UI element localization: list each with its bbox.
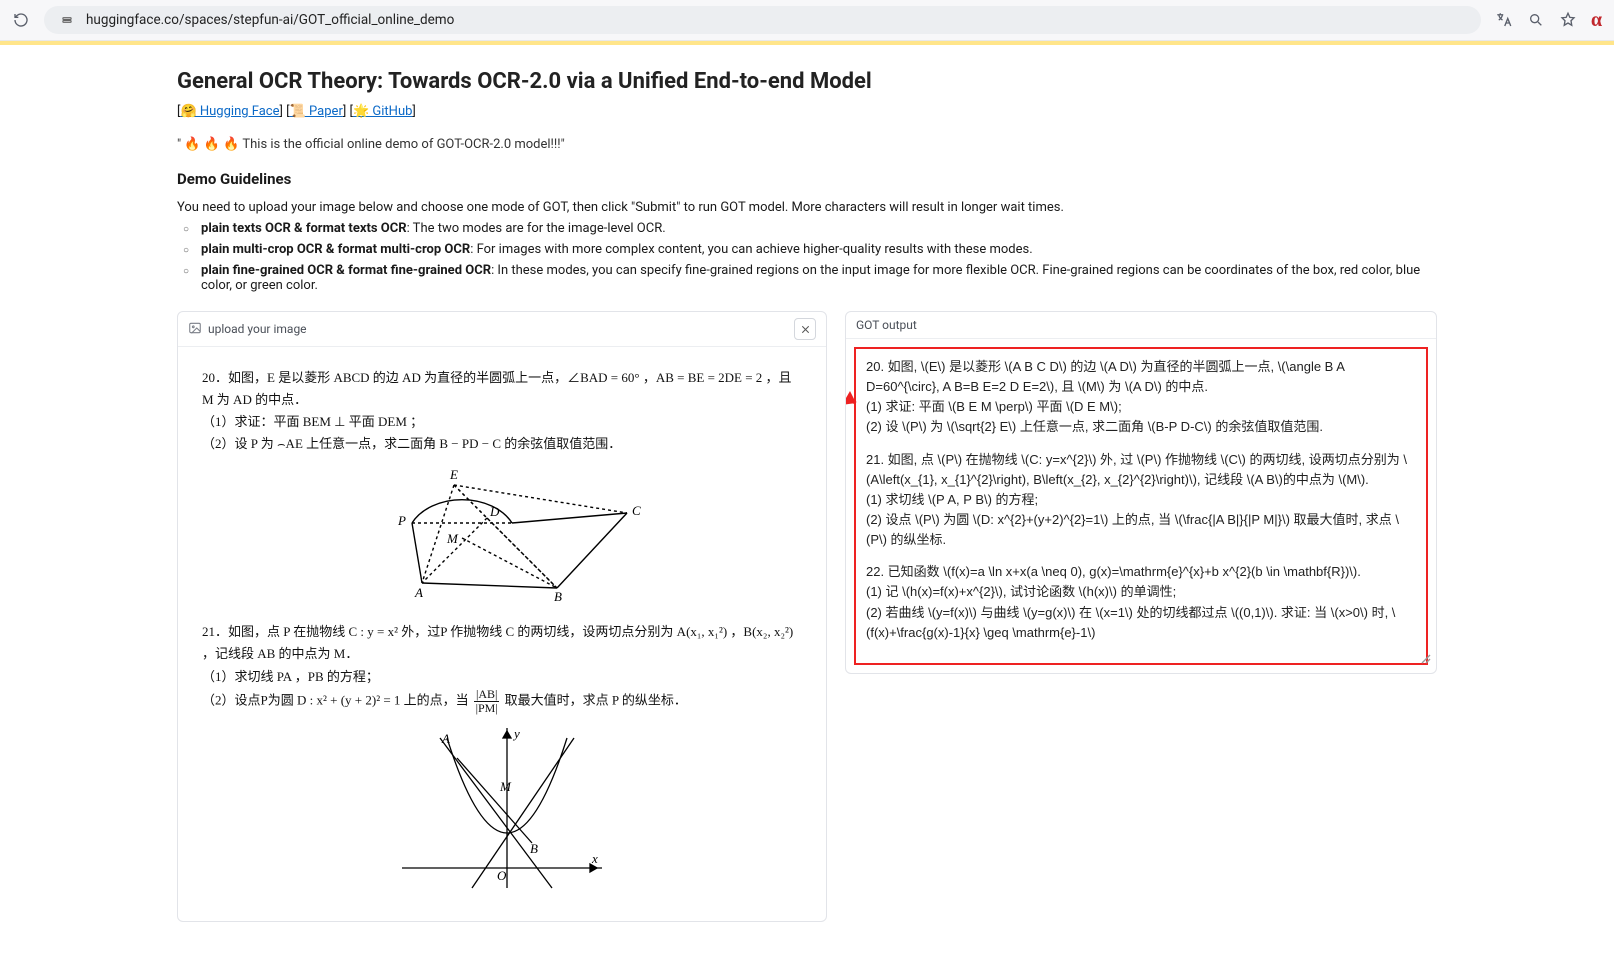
- svg-text:x: x: [591, 851, 598, 866]
- problem-21-stem: 21．如图，点 P 在抛物线 C : y = x² 外，过P 作抛物线 C 的两…: [202, 621, 802, 665]
- guideline-item: plain fine-grained OCR & format fine-gra…: [187, 263, 1437, 293]
- problem-21-sub2: （2）设点P为圆 D : x² + (y + 2)² = 1 上的点，当 |AB…: [202, 688, 802, 715]
- guidelines-intro-text: You need to upload your image below and …: [177, 200, 1437, 215]
- guidelines-list: plain texts OCR & format texts OCR: The …: [177, 221, 1437, 293]
- bookmark-star-icon[interactable]: [1559, 11, 1577, 29]
- svg-text:P: P: [397, 513, 406, 528]
- svg-text:M: M: [446, 531, 459, 546]
- page-title: General OCR Theory: Towards OCR-2.0 via …: [177, 69, 1437, 94]
- output-paragraph-20: 20. 如图, \(E\) 是以菱形 \(A B C D\) 的边 \(A D\…: [866, 357, 1416, 438]
- got-output-text[interactable]: 20. 如图, \(E\) 是以菱形 \(A B C D\) 的边 \(A D\…: [854, 347, 1428, 665]
- svg-text:C: C: [632, 503, 641, 518]
- link-huggingface[interactable]: 🤗 Hugging Face: [180, 104, 279, 119]
- svg-text:D: D: [489, 504, 500, 519]
- browser-toolbar: huggingface.co/spaces/stepfun-ai/GOT_off…: [0, 0, 1614, 41]
- problem-20-figure: E P D C A B M: [362, 463, 642, 603]
- link-github[interactable]: 🌟 GitHub: [353, 104, 412, 119]
- translate-icon[interactable]: [1495, 11, 1513, 29]
- zoom-icon[interactable]: [1527, 11, 1545, 29]
- svg-text:A: A: [441, 731, 450, 746]
- guideline-item: plain multi-crop OCR & format multi-crop…: [187, 242, 1437, 257]
- output-panel: GOT output 20. 如图, \(E\) 是以菱形 \(A B C D\…: [845, 311, 1437, 674]
- guideline-item: plain texts OCR & format texts OCR: The …: [187, 221, 1437, 236]
- extension-alpha-icon[interactable]: α: [1591, 9, 1602, 32]
- resource-links: [🤗 Hugging Face] [📜 Paper] [🌟 GitHub]: [177, 104, 1437, 119]
- output-panel-header: GOT output: [846, 312, 1436, 339]
- svg-text:M: M: [499, 779, 512, 794]
- link-paper[interactable]: 📜 Paper: [290, 104, 343, 119]
- svg-text:E: E: [449, 467, 458, 482]
- tagline-text: " 🔥 🔥 🔥 This is the official online demo…: [177, 137, 1437, 152]
- problem-20: 20．如图，E 是以菱形 ABCD 的边 AD 为直径的半圆弧上一点，∠BAD …: [202, 367, 802, 603]
- svg-text:O: O: [497, 868, 507, 883]
- browser-right-icons: α: [1495, 9, 1602, 32]
- upload-panel: upload your image 20．如图，E 是以菱形 ABCD 的边 A…: [177, 311, 827, 922]
- output-paragraph-21: 21. 如图, 点 \(P\) 在抛物线 \(C: y=x^{2}\) 外, 过…: [866, 450, 1416, 551]
- reload-icon[interactable]: [12, 11, 30, 29]
- url-text: huggingface.co/spaces/stepfun-ai/GOT_off…: [86, 12, 454, 28]
- problem-21: 21．如图，点 P 在抛物线 C : y = x² 外，过P 作抛物线 C 的两…: [202, 621, 802, 893]
- two-column-layout: upload your image 20．如图，E 是以菱形 ABCD 的边 A…: [177, 311, 1437, 922]
- problem-20-sub1: （1）求证：平面 BEM ⊥ 平面 DEM ；: [202, 411, 802, 433]
- fraction-ab-pm: |AB| |PM|: [474, 688, 499, 715]
- uploaded-image-content: 20．如图，E 是以菱形 ABCD 的边 AD 为直径的半圆弧上一点，∠BAD …: [178, 347, 826, 921]
- svg-text:A: A: [414, 585, 423, 600]
- output-panel-title: GOT output: [856, 318, 917, 332]
- problem-21-sub1: （1）求切线 PA ，PB 的方程；: [202, 666, 802, 688]
- svg-text:B: B: [530, 841, 538, 856]
- problem-20-stem: 20．如图，E 是以菱形 ABCD 的边 AD 为直径的半圆弧上一点，∠BAD …: [202, 367, 802, 411]
- problem-21-figure: A y M B O x: [392, 723, 612, 893]
- image-icon: [188, 321, 202, 338]
- upload-panel-title: upload your image: [208, 322, 307, 336]
- guidelines-heading: Demo Guidelines: [177, 170, 1437, 188]
- page-container: General OCR Theory: Towards OCR-2.0 via …: [147, 45, 1467, 962]
- site-info-icon[interactable]: [58, 12, 76, 28]
- output-paragraph-22: 22. 已知函数 \(f(x)=a \ln x+x(a \neq 0), g(x…: [866, 562, 1416, 643]
- svg-text:B: B: [554, 589, 562, 603]
- upload-panel-header: upload your image: [178, 312, 826, 347]
- address-bar[interactable]: huggingface.co/spaces/stepfun-ai/GOT_off…: [44, 6, 1481, 34]
- svg-text:y: y: [512, 726, 520, 741]
- problem-20-sub2: （2）设 P 为 ⌢AE 上任意一点，求二面角 B − PD − C 的余弦值取…: [202, 433, 802, 455]
- resize-handle-icon[interactable]: [1420, 653, 1432, 669]
- close-upload-button[interactable]: [794, 318, 816, 340]
